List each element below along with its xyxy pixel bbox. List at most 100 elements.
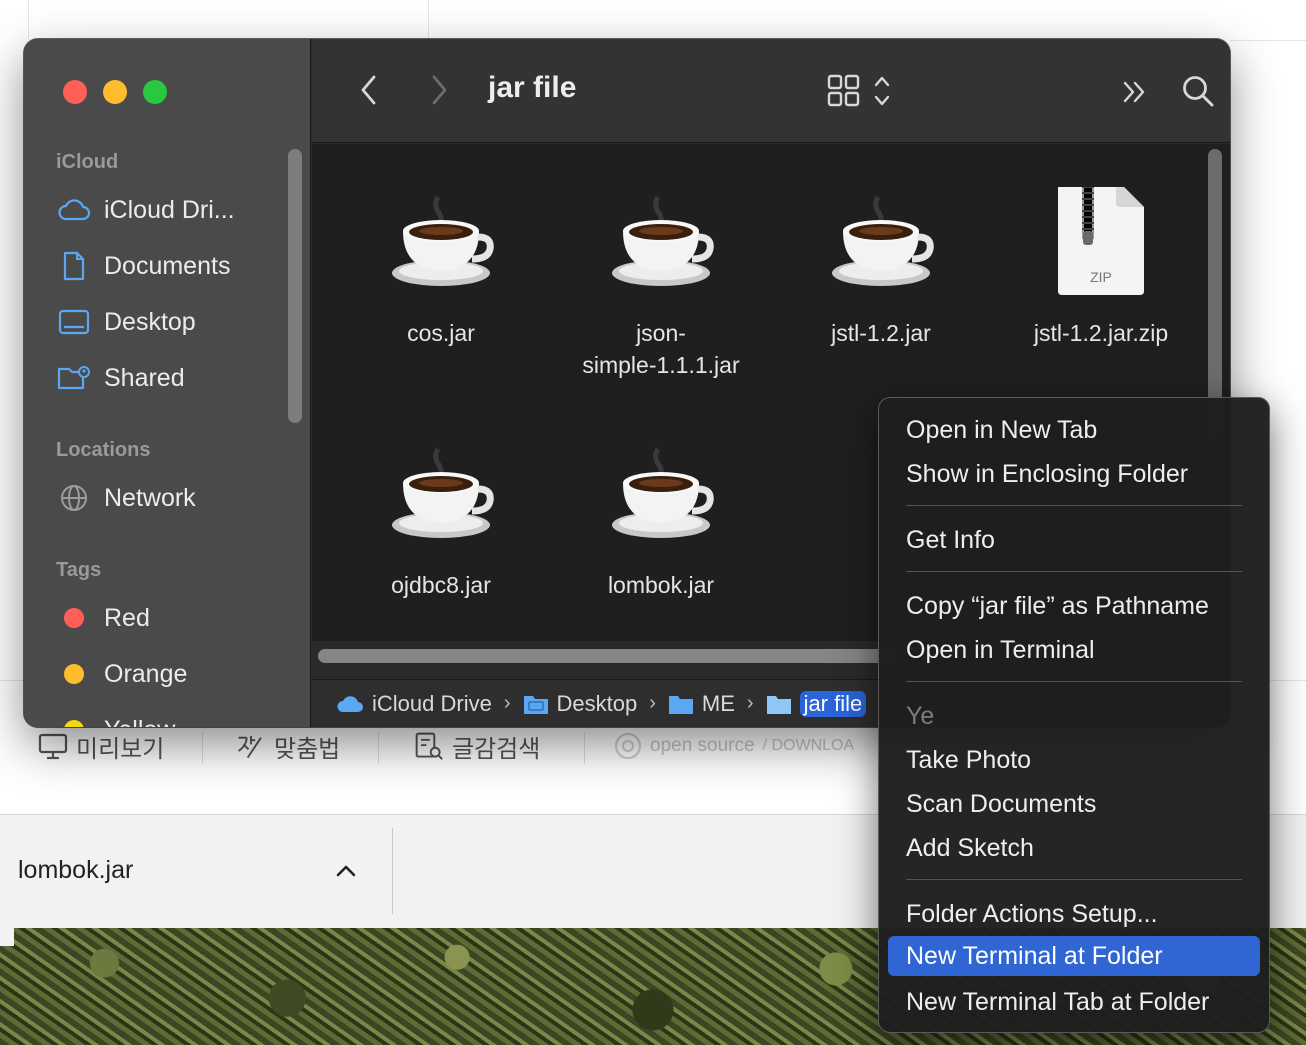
chevron-left-icon — [361, 75, 376, 105]
cloud-icon — [56, 194, 92, 226]
view-mode-button[interactable] — [826, 73, 898, 109]
menu-separator — [906, 681, 1242, 682]
file-name: jstl-1.2.jar — [831, 320, 931, 346]
more-toolbar-button[interactable] — [1120, 77, 1150, 107]
background-edge — [0, 928, 14, 946]
finder-toolbar: jar file — [312, 39, 1230, 143]
sidebar-item-label: Orange — [104, 659, 188, 688]
sidebar-item-label: Shared — [104, 363, 185, 392]
file-item[interactable]: json- simple-1.1.1.jar — [551, 187, 771, 381]
menu-item-take-photo[interactable]: Take Photo — [888, 740, 1260, 780]
folder-icon — [766, 695, 791, 714]
context-menu: Open in New Tab Show in Enclosing Folder… — [878, 397, 1270, 1033]
menu-item-add-sketch[interactable]: Add Sketch — [888, 828, 1260, 868]
path-item-me[interactable]: ME — [668, 691, 735, 717]
double-chevron-right-icon — [1123, 81, 1145, 103]
path-item-icloud-drive[interactable]: iCloud Drive — [336, 691, 492, 717]
toolbar-separator — [378, 732, 379, 764]
zip-badge: ZIP — [1090, 269, 1112, 285]
sidebar-section-locations: Locations — [56, 439, 151, 461]
menu-section-header: Ye — [906, 701, 935, 730]
menu-item-folder-actions-setup[interactable]: Folder Actions Setup... — [888, 894, 1260, 934]
sidebar-item-label: Yellow — [104, 716, 175, 728]
path-separator-icon: › — [746, 692, 754, 714]
sidebar-item-desktop[interactable]: Desktop — [56, 302, 286, 342]
menu-item-open-in-new-tab[interactable]: Open in New Tab — [888, 410, 1260, 450]
path-item-desktop[interactable]: Desktop — [523, 691, 637, 717]
sidebar-tag-yellow[interactable]: Yellow — [56, 710, 286, 727]
sidebar-scrollbar[interactable] — [288, 149, 302, 423]
close-window-button[interactable] — [63, 80, 87, 104]
file-name: jstl-1.2.jar.zip — [1033, 320, 1169, 346]
menu-item-copy-pathname[interactable]: Copy “jar file” as Pathname — [888, 586, 1260, 626]
sidebar-item-documents[interactable]: Documents — [56, 246, 286, 286]
preview-button[interactable]: 미리보기 — [38, 726, 164, 766]
download-file-name[interactable]: lombok.jar — [18, 856, 133, 885]
divider — [1230, 40, 1306, 41]
path-label: ME — [701, 690, 735, 716]
icon-grid-icon — [827, 74, 890, 107]
path-separator-icon: › — [503, 692, 511, 714]
menu-item-new-terminal-tab-at-folder[interactable]: New Terminal Tab at Folder — [888, 982, 1260, 1022]
content-horizontal-scrollbar[interactable] — [318, 649, 898, 663]
file-item[interactable]: ojdbc8.jar — [331, 439, 551, 601]
sidebar-item-network[interactable]: Network — [56, 478, 286, 518]
spellcheck-icon — [236, 732, 266, 760]
java-coffee-cup-icon — [606, 187, 716, 297]
menu-item-show-in-enclosing-folder[interactable]: Show in Enclosing Folder — [888, 454, 1260, 494]
menu-item-new-terminal-at-folder[interactable]: New Terminal at Folder — [888, 936, 1260, 976]
java-coffee-cup-icon — [386, 439, 496, 549]
orange-tag-dot — [64, 664, 84, 684]
sidebar-item-label: iCloud Dri... — [104, 195, 235, 224]
path-label: jar file — [799, 690, 867, 717]
java-coffee-cup-icon — [386, 187, 496, 297]
file-item[interactable]: ZIP jstl-1.2.jar.zip — [991, 179, 1211, 349]
file-item[interactable]: jstl-1.2.jar — [771, 187, 991, 349]
zoom-window-button[interactable] — [143, 80, 167, 104]
cloud-icon — [337, 695, 363, 712]
desktop-icon — [56, 306, 92, 338]
path-item-jar-file[interactable]: jar file — [766, 690, 867, 717]
sidebar-item-label: Desktop — [104, 307, 196, 336]
search-button[interactable] — [1180, 73, 1216, 109]
sidebar-tag-orange[interactable]: Orange — [56, 654, 286, 694]
folder-icon — [668, 695, 693, 714]
sidebar-section-icloud: iCloud — [56, 151, 119, 173]
shared-folder-icon — [56, 362, 92, 394]
menu-separator — [906, 505, 1242, 506]
path-label: iCloud Drive — [372, 690, 492, 716]
preview-label: 미리보기 — [76, 735, 165, 763]
window-title: jar file — [488, 71, 577, 104]
forward-button[interactable] — [424, 73, 454, 107]
content-vertical-scrollbar[interactable] — [1208, 149, 1222, 439]
sidebar-item-shared[interactable]: Shared — [56, 358, 286, 398]
file-name: cos.jar — [407, 320, 475, 346]
menu-item-get-info[interactable]: Get Info — [888, 520, 1260, 560]
chevron-up-icon[interactable] — [334, 860, 358, 882]
document-icon — [56, 250, 92, 282]
file-item[interactable]: lombok.jar — [551, 439, 771, 601]
text-search-icon — [414, 732, 444, 760]
sidebar-item-icloud-drive[interactable]: iCloud Dri... — [56, 190, 286, 230]
char-search-button[interactable]: 글감검색 — [414, 726, 540, 766]
menu-item-open-in-terminal[interactable]: Open in Terminal — [888, 630, 1260, 670]
sidebar-item-label: Documents — [104, 251, 231, 280]
divider — [392, 828, 393, 914]
file-name: ojdbc8.jar — [391, 572, 491, 598]
file-item[interactable]: cos.jar — [331, 187, 551, 349]
spellcheck-button[interactable]: 맞춤법 — [236, 726, 340, 766]
menu-item-scan-documents[interactable]: Scan Documents — [888, 784, 1260, 824]
divider — [428, 0, 429, 40]
yellow-tag-dot — [64, 720, 84, 727]
chevron-right-icon — [432, 75, 447, 105]
minimize-window-button[interactable] — [103, 80, 127, 104]
sidebar-tag-red[interactable]: Red — [56, 598, 286, 638]
file-name: json- simple-1.1.1.jar — [582, 320, 740, 378]
java-coffee-cup-icon — [606, 439, 716, 549]
open-source-link[interactable]: open source / DOWNLOA — [614, 732, 854, 760]
globe-icon — [56, 482, 92, 514]
menu-separator — [906, 571, 1242, 572]
back-button[interactable] — [354, 73, 384, 107]
sidebar-section-tags: Tags — [56, 559, 102, 581]
sidebar: iCloud iCloud Dri... Documents Desktop S… — [24, 39, 311, 727]
